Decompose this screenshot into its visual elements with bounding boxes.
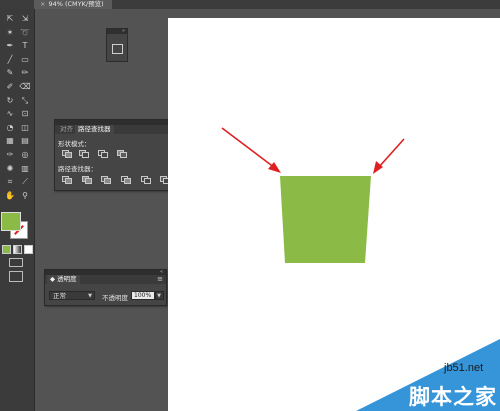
trapezoid-shape[interactable] [280, 176, 371, 263]
watermark-url: jb51.net [444, 362, 484, 374]
fill-color-swatch[interactable] [1, 212, 21, 231]
right-arrow-line [377, 138, 405, 169]
watermark-text: 脚本之家 [409, 385, 497, 409]
left-arrow-line [221, 127, 276, 169]
annotation-arrows [221, 127, 405, 174]
